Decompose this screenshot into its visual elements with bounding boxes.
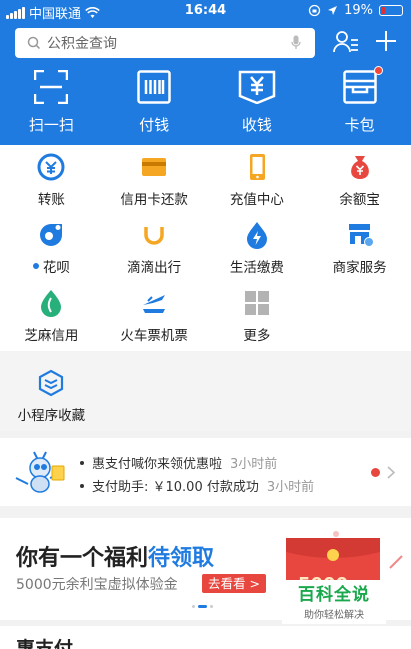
grid-label: 余额宝 [339,192,380,208]
huabei-icon [40,224,63,246]
unread-dot [32,263,39,269]
grid-label-wrap: 花呗 [32,256,70,276]
grid-item-huabei[interactable]: 花呗 [0,221,103,276]
merchant-service-icon [348,224,374,247]
didi-icon [144,227,164,245]
tool-card-wallet[interactable]: 卡包 [308,66,411,135]
transfer-icon [37,153,65,181]
promo-view-button[interactable]: 去看看 > [202,574,266,593]
grid-item-transfer[interactable]: 转账 [0,153,103,208]
battery-icon [379,5,403,16]
bullet [80,483,84,488]
scan-icon [34,70,69,104]
utility-bolt-icon [246,222,267,249]
function-grid: 转账 信用卡还款 充值中心 余额宝 花呗 滴滴出行 生活缴费 商家服务 芝麻信用… [0,145,411,351]
grid-label: 火车票机票 [120,328,188,344]
grid-item-utilities[interactable]: 生活缴费 [206,221,309,276]
grid-item-credit-card[interactable]: 信用卡还款 [103,153,206,208]
promo-subtitle: 5000元余利宝虚拟体验金 [16,577,178,593]
news-time: 3小时前 [266,480,315,495]
news-text: 支付助手: ￥10.00 付款成功 [92,480,259,495]
grid-item-yuebao[interactable]: 余额宝 [308,153,411,208]
decoration-icon [333,531,339,537]
home-header: 公积金查询 扫一扫 付钱 收钱 卡包 [0,22,411,145]
carousel-dot [192,605,195,608]
news-item[interactable]: 惠支付喊你来领优惠啦 3小时前 [80,453,277,472]
tool-scan[interactable]: 扫一扫 [0,70,103,135]
mini-program-icon [39,369,64,397]
message-feed[interactable]: 惠支付喊你来领优惠啦 3小时前 支付助手: ￥10.00 付款成功 3小时前 [0,438,411,506]
news-text: 惠支付喊你来领优惠啦 [92,457,223,472]
decoration-icon [389,555,403,569]
add-icon[interactable] [375,30,397,52]
top-tools: 扫一扫 付钱 收钱 卡包 [0,66,411,135]
grid-label: 转账 [37,192,65,208]
promo-title-prefix: 你有一个福利 [16,546,149,571]
grid-item-more[interactable]: 更多 [206,289,309,344]
grid-item-train-plane[interactable]: 火车票机票 [103,289,206,344]
grid-label: 商家服务 [332,260,387,276]
contacts-icon[interactable] [333,30,359,54]
chevron-right-icon[interactable] [387,466,395,479]
credit-card-icon [142,158,167,176]
search-input[interactable]: 公积金查询 [15,28,315,58]
promo-title-highlight: 待领取 [148,546,215,571]
train-plane-icon [143,295,166,313]
yuan-receive-icon [238,70,276,104]
ant-mascot-icon [15,451,65,493]
watermark: 百科全说 助你轻松解决 [282,580,386,624]
bullet [80,460,84,465]
status-bar-right: 19% [308,3,403,18]
search-placeholder: 公积金查询 [47,36,117,52]
watermark-subtitle: 助你轻松解决 [304,610,364,621]
location-arrow-icon [328,6,338,15]
sesame-credit-icon [41,290,62,317]
watermark-title: 百科全说 [298,585,370,605]
grid-item-sesame[interactable]: 芝麻信用 [0,289,103,344]
promo-title: 你有一个福利待领取 [16,540,214,572]
grid-label: 信用卡还款 [120,192,188,208]
status-bar: 中国联通 16:44 19% [0,0,411,22]
tool-receive[interactable]: 收钱 [206,70,309,135]
tool-label: 卡包 [344,116,375,134]
tool-label: 扫一扫 [28,116,74,134]
grid-item-recharge[interactable]: 充值中心 [206,153,309,208]
carousel-dot [210,605,213,608]
battery-percent: 19% [344,3,373,18]
news-item[interactable]: 支付助手: ￥10.00 付款成功 3小时前 [80,476,314,495]
next-section: 惠支付 [0,626,411,649]
news-time: 3小时前 [230,457,278,472]
grid-label: 生活缴费 [229,260,284,276]
grid-label: 芝麻信用 [24,328,79,344]
carousel-dot-active [198,605,207,608]
notification-dot [374,66,384,75]
phone-recharge-icon [249,154,265,180]
grid-label: 花呗 [42,260,70,276]
mini-program-favorites[interactable]: 小程序收藏 [0,369,103,424]
barcode-icon [137,70,171,104]
grid-item-didi[interactable]: 滴滴出行 [103,221,206,276]
promo-card[interactable]: 你有一个福利待领取 5000元余利宝虚拟体验金 去看看 > 5000 百科全说 … [0,518,411,624]
grid-label: 滴滴出行 [127,260,182,276]
tool-label: 收钱 [241,116,272,134]
card-wallet-icon [342,70,377,104]
mini-program-section: 小程序收藏 [0,351,411,431]
microphone-icon[interactable] [291,35,301,51]
grid-label: 更多 [243,328,271,344]
money-bag-icon [350,156,369,179]
grid-label: 充值中心 [229,192,284,208]
more-grid-icon [244,291,269,315]
rotation-lock-icon [308,4,321,17]
mini-program-label: 小程序收藏 [17,408,86,424]
unread-red-dot [371,468,380,477]
section-title: 惠支付 [16,638,74,649]
carousel-dots [192,605,213,608]
tool-pay[interactable]: 付钱 [103,70,206,135]
grid-item-merchant[interactable]: 商家服务 [308,221,411,276]
tool-label: 付钱 [139,116,170,134]
search-icon [27,36,41,50]
